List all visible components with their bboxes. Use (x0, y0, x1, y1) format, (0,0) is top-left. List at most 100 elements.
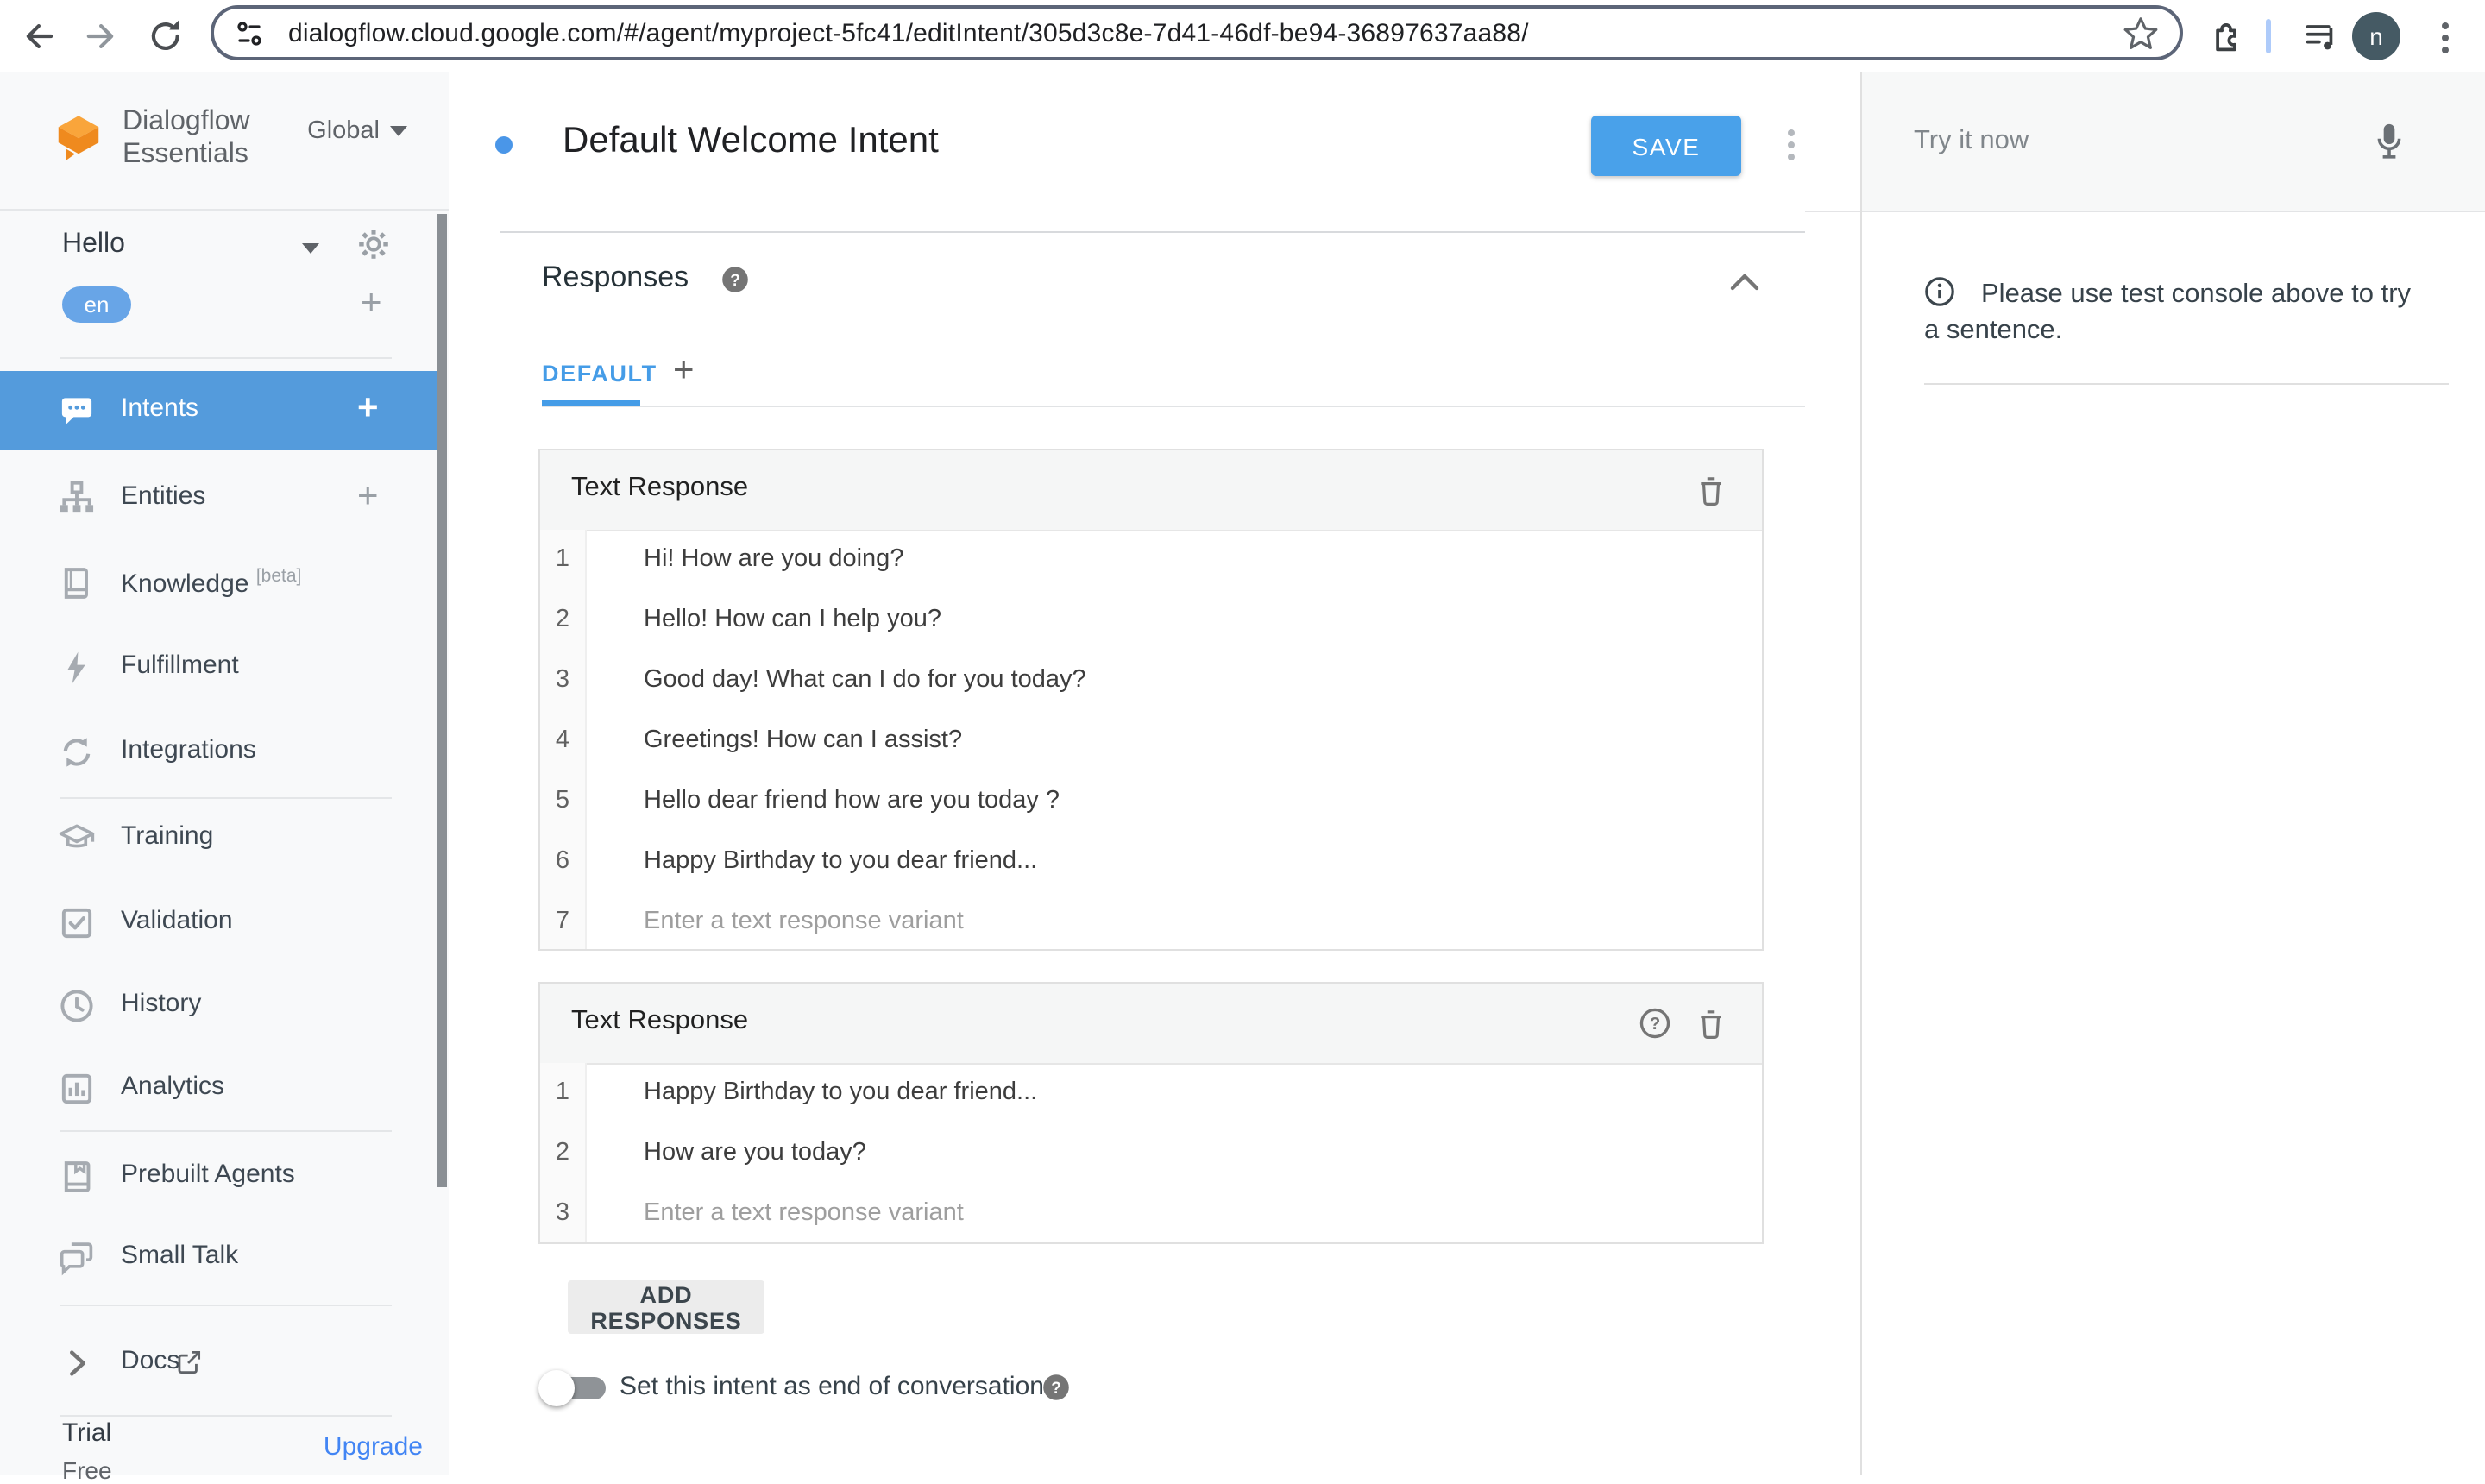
sidebar-item-training[interactable]: Training (0, 799, 437, 878)
sidebar-item-fulfillment[interactable]: Fulfillment (0, 628, 437, 707)
small-talk-icon (60, 1242, 93, 1276)
response-variant-input-row[interactable]: 3 Enter a text response variant (540, 1184, 1762, 1244)
card-title: Text Response (571, 1006, 749, 1035)
external-link-icon (178, 1350, 201, 1374)
beta-badge: [beta] (255, 566, 302, 587)
microphone-icon[interactable] (2373, 121, 2406, 166)
divider (1924, 383, 2449, 385)
entities-icon (60, 481, 94, 513)
responses-heading: Responses (542, 261, 689, 293)
response-variant-row[interactable]: 2 Hello! How can I help you? (540, 590, 1762, 651)
main-panel: Default Welcome Intent SAVE Responses ? … (449, 72, 1860, 1475)
text-response-card: Text Response 1 Hi! How are you doing? 2… (538, 449, 1764, 951)
divider (60, 1305, 392, 1306)
sidebar: Dialogflow Essentials Global Hello en + … (0, 72, 449, 1484)
delete-icon[interactable] (1696, 1006, 1726, 1041)
sidebar-item-knowledge[interactable]: Knowledge [beta] (0, 544, 437, 623)
url-text: dialogflow.cloud.google.com/#/agent/mypr… (288, 18, 1529, 47)
response-variant-placeholder: Enter a text response variant (644, 908, 964, 935)
help-outline-icon[interactable]: ? (1639, 1008, 1670, 1039)
plan-tier: Trial (62, 1418, 112, 1448)
add-language-icon[interactable]: + (361, 285, 382, 321)
toggle-label: Set this intent as end of conversation (620, 1372, 1044, 1401)
response-variant-row[interactable]: 1 Happy Birthday to you dear friend... (540, 1063, 1762, 1123)
intent-menu-icon[interactable] (1781, 124, 1802, 165)
add-responses-button[interactable]: ADD RESPONSES (568, 1280, 764, 1334)
sidebar-item-analytics[interactable]: Analytics (0, 1049, 437, 1129)
sidebar-item-validation[interactable]: Validation (0, 883, 437, 963)
agent-selector[interactable]: Hello (0, 221, 449, 276)
sidebar-scrollbar[interactable] (437, 214, 447, 1187)
toggle-knob[interactable] (538, 1370, 575, 1406)
gear-icon[interactable] (355, 226, 392, 262)
region-selector[interactable]: Global (307, 117, 407, 145)
plan-name: Free (62, 1456, 112, 1484)
chevron-down-icon (390, 126, 407, 136)
response-variant-row[interactable]: 4 Greetings! How can I assist? (540, 711, 1762, 771)
divider (60, 1415, 392, 1417)
help-icon[interactable]: ? (1042, 1374, 1070, 1401)
validation-icon (61, 908, 92, 939)
divider (60, 357, 392, 359)
screen: dialogflow.cloud.google.com/#/agent/mypr… (0, 0, 2485, 1484)
history-icon (60, 990, 93, 1022)
try-it-now-input[interactable]: Try it now (1862, 72, 2485, 212)
tab-default[interactable]: DEFAULT (542, 361, 657, 387)
language-row: en + (0, 283, 449, 331)
sidebar-item-history[interactable]: History (0, 966, 437, 1046)
toolbar-divider (2266, 19, 2271, 53)
response-variant-row[interactable]: 5 Hello dear friend how are you today ? (540, 771, 1762, 832)
training-icon (59, 824, 95, 848)
response-variant-row[interactable]: 3 Good day! What can I do for you today? (540, 651, 1762, 711)
sidebar-item-integrations[interactable]: Integrations (0, 713, 437, 792)
sidebar-item-small-talk[interactable]: Small Talk (0, 1218, 437, 1298)
upgrade-link[interactable]: Upgrade (324, 1432, 423, 1462)
avatar-initial: n (2369, 22, 2383, 50)
avatar[interactable]: n (2352, 12, 2400, 60)
intents-icon (61, 398, 92, 424)
language-chip[interactable]: en (62, 286, 131, 323)
sidebar-item-prebuilt-agents[interactable]: Prebuilt Agents (0, 1137, 437, 1217)
response-variant-row[interactable]: 6 Happy Birthday to you dear friend... (540, 832, 1762, 892)
chevron-down-icon (302, 243, 319, 254)
tab-rule (542, 406, 1805, 407)
test-console-panel: Try it now Please use test console above… (1860, 72, 2485, 1475)
sidebar-item-docs[interactable]: Docs (0, 1324, 437, 1403)
intent-status-dot (495, 136, 513, 154)
delete-icon[interactable] (1696, 473, 1726, 507)
media-playlist-icon[interactable] (2302, 17, 2340, 55)
add-intent-icon[interactable]: + (357, 390, 379, 426)
app-title: Dialogflow Essentials (123, 107, 250, 169)
browser-toolbar: dialogflow.cloud.google.com/#/agent/mypr… (0, 0, 2485, 74)
browser-menu-icon[interactable] (2433, 17, 2457, 55)
extensions-icon[interactable] (2207, 17, 2245, 55)
site-settings-icon[interactable] (235, 18, 264, 47)
response-variant-row[interactable]: 1 Hi! How are you doing? (540, 530, 1762, 590)
chevron-right-icon (70, 1350, 85, 1376)
svg-text:?: ? (1051, 1380, 1061, 1398)
dialogflow-logo-icon (58, 116, 99, 161)
response-variant-row[interactable]: 2 How are you today? (540, 1123, 1762, 1184)
agent-name: Hello (62, 230, 125, 259)
help-icon[interactable]: ? (721, 266, 749, 293)
url-bar[interactable]: dialogflow.cloud.google.com/#/agent/mypr… (211, 5, 2183, 60)
card-title: Text Response (571, 473, 749, 502)
info-icon (1925, 277, 1954, 306)
reload-icon[interactable] (147, 17, 185, 55)
add-tab-icon[interactable]: + (673, 350, 695, 392)
save-button[interactable]: SAVE (1591, 116, 1741, 176)
fulfillment-icon (67, 651, 85, 684)
prebuilt-agents-icon (64, 1161, 91, 1192)
sidebar-item-intents[interactable]: Intents + (0, 371, 437, 450)
svg-text:?: ? (730, 272, 740, 290)
forward-icon[interactable] (81, 17, 119, 55)
back-icon[interactable] (21, 17, 59, 55)
add-entity-icon[interactable]: + (357, 478, 379, 514)
card-header: Text Response (540, 450, 1762, 531)
response-variant-input-row[interactable]: 7 Enter a text response variant (540, 892, 1762, 953)
card-header: Text Response ? (540, 984, 1762, 1065)
sidebar-item-entities[interactable]: Entities + (0, 459, 437, 538)
collapse-section-icon[interactable] (1729, 273, 1760, 292)
divider (1805, 211, 1860, 212)
bookmark-star-icon[interactable] (2123, 16, 2159, 52)
